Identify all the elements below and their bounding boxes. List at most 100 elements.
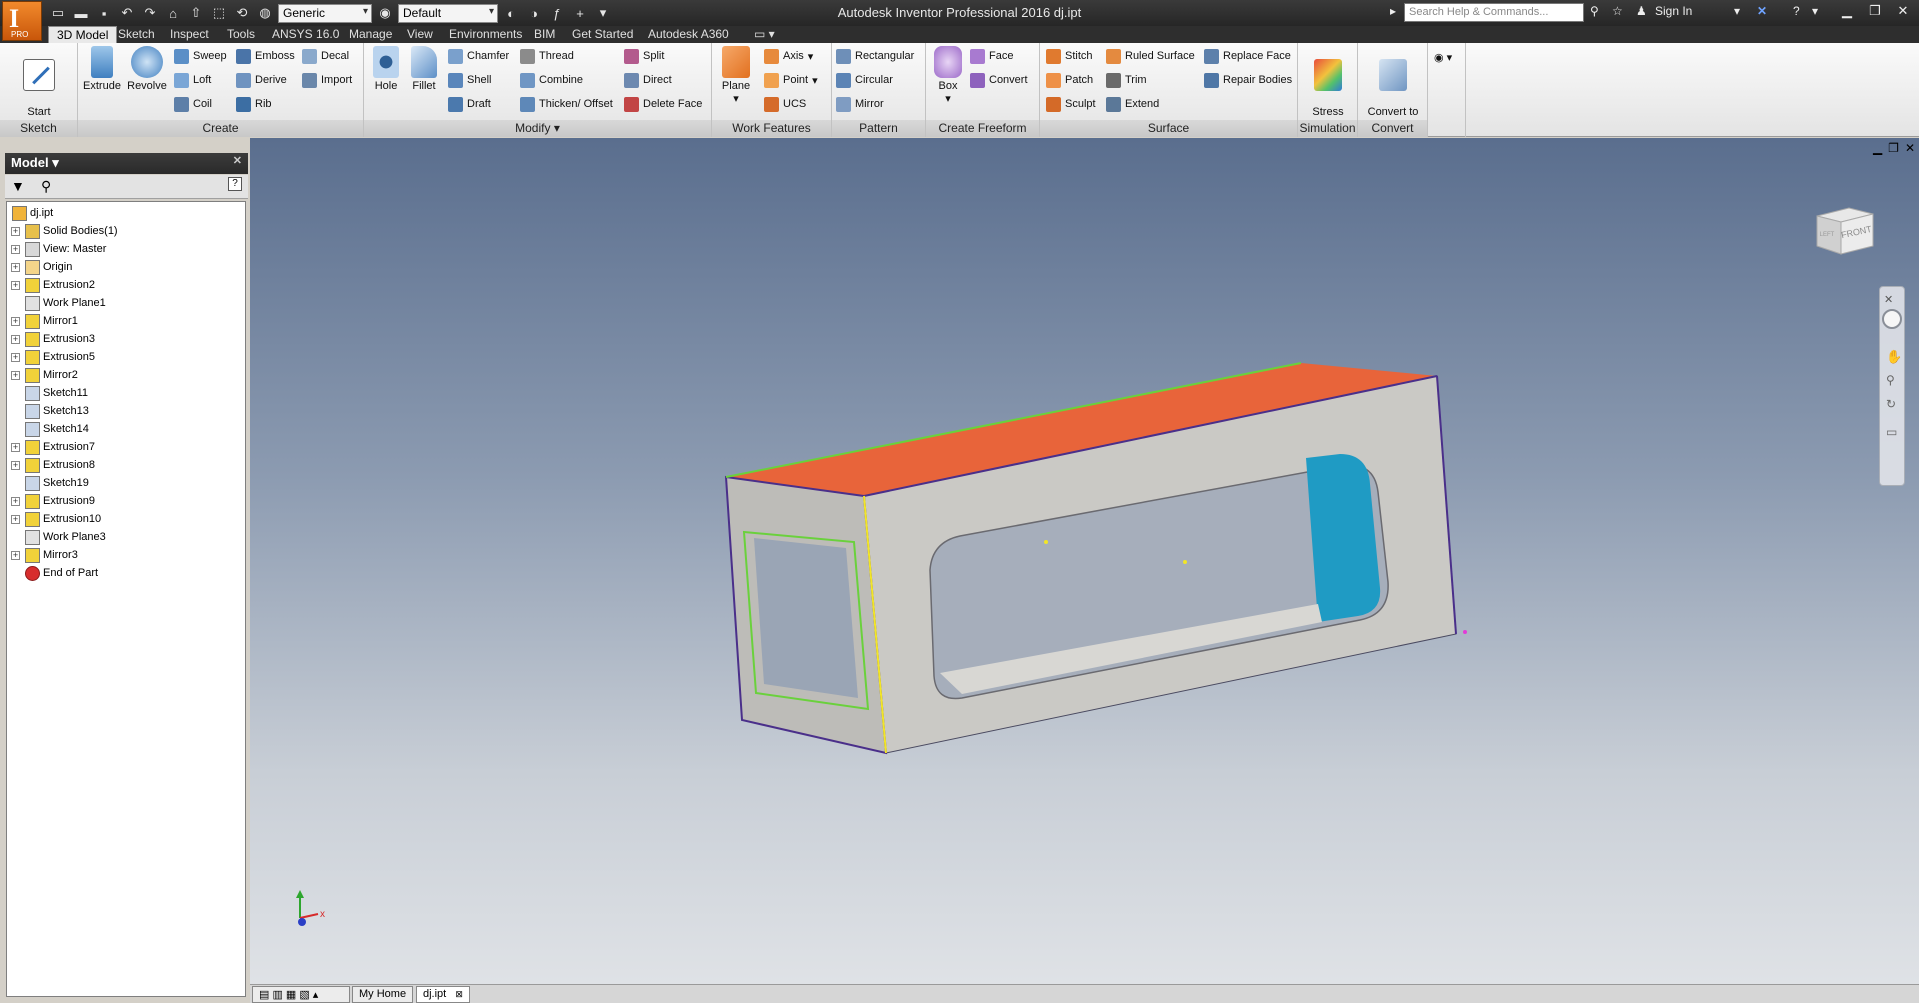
tree-node[interactable]: Sketch14	[7, 420, 89, 438]
browser-title[interactable]: Model	[11, 155, 49, 170]
mirror-button[interactable]: Mirror	[836, 94, 884, 114]
clear-appearance-icon[interactable]: ◑	[524, 4, 544, 22]
group-label-modify[interactable]: Modify ▾	[364, 120, 711, 137]
application-menu-button[interactable]: I PRO	[2, 1, 42, 41]
tree-node[interactable]: End of Part	[7, 564, 98, 582]
window-layout-buttons[interactable]: ▤ ▥ ▦ ▧ ▴	[252, 986, 350, 1003]
tab-environments[interactable]: Environments	[441, 26, 530, 43]
undo-icon[interactable]: ↶	[117, 4, 137, 22]
expand-plus-icon[interactable]: +	[11, 370, 20, 380]
close-icon[interactable]: ✕	[1891, 3, 1915, 21]
material-dropdown[interactable]: Generic	[278, 3, 372, 23]
expand-plus-icon[interactable]: +	[11, 334, 20, 344]
doctab-close-icon[interactable]: ⊠	[455, 989, 463, 999]
shell-button[interactable]: Shell	[448, 70, 491, 90]
tab-autodesk-a360[interactable]: Autodesk A360	[640, 26, 737, 43]
tree-node[interactable]: + Extrusion3	[7, 330, 95, 348]
sweep-button[interactable]: Sweep	[174, 46, 227, 66]
tree-node[interactable]: + Mirror1	[7, 312, 78, 330]
ribbon-customize-button[interactable]: ◉ ▾	[1434, 47, 1452, 67]
help-dropdown-icon[interactable]: ▾	[1812, 4, 1818, 18]
part-model-canvas[interactable]	[250, 138, 1919, 984]
plane-dropdown-icon[interactable]: ▾	[733, 93, 739, 105]
update-icon[interactable]: ⟲	[232, 4, 252, 22]
tree-node[interactable]: + View: Master	[7, 240, 106, 258]
graphics-viewport[interactable]: ▁ ❐ ✕ FRONT LEFT ✕ ✋ ⚲ ↻ ▭ x	[250, 138, 1919, 984]
plane-button[interactable]: Plane ▾	[716, 46, 756, 106]
box-freeform-button[interactable]: Box ▾	[930, 46, 966, 106]
expand-plus-icon[interactable]: +	[11, 352, 20, 362]
search-toggle-icon[interactable]: ▸	[1390, 4, 1396, 18]
work-point-3[interactable]	[1463, 630, 1467, 634]
coil-button[interactable]: Coil	[174, 94, 212, 114]
tab-3d-model[interactable]: 3D Model	[48, 26, 118, 43]
tab-ansys[interactable]: ANSYS 16.0	[264, 26, 347, 43]
tree-node[interactable]: Sketch11	[7, 384, 88, 402]
new-file-icon[interactable]: ▭	[48, 4, 68, 22]
tree-node[interactable]: + Extrusion7	[7, 438, 95, 456]
browser-close-icon[interactable]: ✕	[233, 154, 242, 167]
filter-icon[interactable]: ▼	[11, 178, 25, 194]
redo-icon[interactable]: ↷	[140, 4, 160, 22]
tree-node[interactable]: dj.ipt	[7, 204, 53, 222]
circular-pattern-button[interactable]: Circular	[836, 70, 893, 90]
ucs-button[interactable]: UCS	[764, 94, 806, 114]
help-icon[interactable]: ?	[1793, 4, 1800, 18]
tree-node[interactable]: Sketch13	[7, 402, 89, 420]
appearance-dropdown[interactable]: Default	[398, 3, 498, 23]
tab-sketch[interactable]: Sketch	[110, 26, 163, 43]
parameters-icon[interactable]: ƒ	[547, 4, 567, 22]
binoculars-icon[interactable]: ⚲	[1590, 4, 1599, 18]
import-button[interactable]: Import	[302, 70, 352, 90]
derive-button[interactable]: Derive	[236, 70, 287, 90]
loft-button[interactable]: Loft	[174, 70, 211, 90]
expand-plus-icon[interactable]: +	[11, 550, 20, 560]
draft-button[interactable]: Draft	[448, 94, 491, 114]
expand-plus-icon[interactable]: +	[11, 226, 20, 236]
tree-node[interactable]: Work Plane1	[7, 294, 106, 312]
extrude-button[interactable]: Extrude	[80, 46, 124, 93]
tree-node[interactable]: Sketch19	[7, 474, 89, 492]
inner-blue-face[interactable]	[1306, 454, 1381, 622]
tab-bim[interactable]: BIM	[526, 26, 563, 43]
thread-button[interactable]: Thread	[520, 46, 574, 66]
return-icon[interactable]: ⇧	[186, 4, 206, 22]
expand-plus-icon[interactable]: +	[11, 460, 20, 470]
hole-button[interactable]: Hole	[368, 46, 404, 93]
open-folder-icon[interactable]: ▬	[71, 4, 91, 22]
expand-plus-icon[interactable]: +	[11, 280, 20, 290]
split-button[interactable]: Split	[624, 46, 664, 66]
find-binoculars-icon[interactable]: ⚲	[41, 178, 51, 195]
expand-plus-icon[interactable]: +	[11, 244, 20, 254]
favorites-star-icon[interactable]: ☆	[1612, 4, 1623, 18]
tree-node[interactable]: + Origin	[7, 258, 72, 276]
thicken-offset-button[interactable]: Thicken/ Offset	[520, 94, 613, 114]
combine-button[interactable]: Combine	[520, 70, 583, 90]
expand-plus-icon[interactable]: +	[11, 262, 20, 272]
qat-customize-icon[interactable]: ▾	[593, 4, 613, 22]
emboss-button[interactable]: Emboss	[236, 46, 295, 66]
tree-node[interactable]: Work Plane3	[7, 528, 106, 546]
tree-node[interactable]: + Mirror3	[7, 546, 78, 564]
expand-plus-icon[interactable]: +	[11, 496, 20, 506]
tab-inspect[interactable]: Inspect	[162, 26, 217, 43]
rectangular-pattern-button[interactable]: Rectangular	[836, 46, 914, 66]
extend-button[interactable]: Extend	[1106, 94, 1159, 114]
face-freeform-button[interactable]: Face	[970, 46, 1013, 66]
trim-button[interactable]: Trim	[1106, 70, 1147, 90]
work-point-2[interactable]	[1183, 560, 1187, 564]
decal-button[interactable]: Decal	[302, 46, 349, 66]
revolve-button[interactable]: Revolve	[124, 46, 170, 93]
tree-node[interactable]: + Extrusion2	[7, 276, 95, 294]
adjust-appearance-icon[interactable]: ◐	[501, 4, 521, 22]
tab-manage[interactable]: Manage	[341, 26, 400, 43]
delete-face-button[interactable]: Delete Face	[624, 94, 702, 114]
measure-icon[interactable]: +	[570, 4, 590, 22]
restore-icon[interactable]: ❐	[1863, 3, 1887, 21]
browser-help-icon[interactable]: ?	[228, 177, 242, 191]
replace-face-button[interactable]: Replace Face	[1204, 46, 1291, 66]
axis-button[interactable]: Axis ▾	[764, 46, 813, 66]
tree-node[interactable]: + Extrusion9	[7, 492, 95, 510]
convert-freeform-button[interactable]: Convert	[970, 70, 1028, 90]
tree-node[interactable]: + Extrusion10	[7, 510, 101, 528]
